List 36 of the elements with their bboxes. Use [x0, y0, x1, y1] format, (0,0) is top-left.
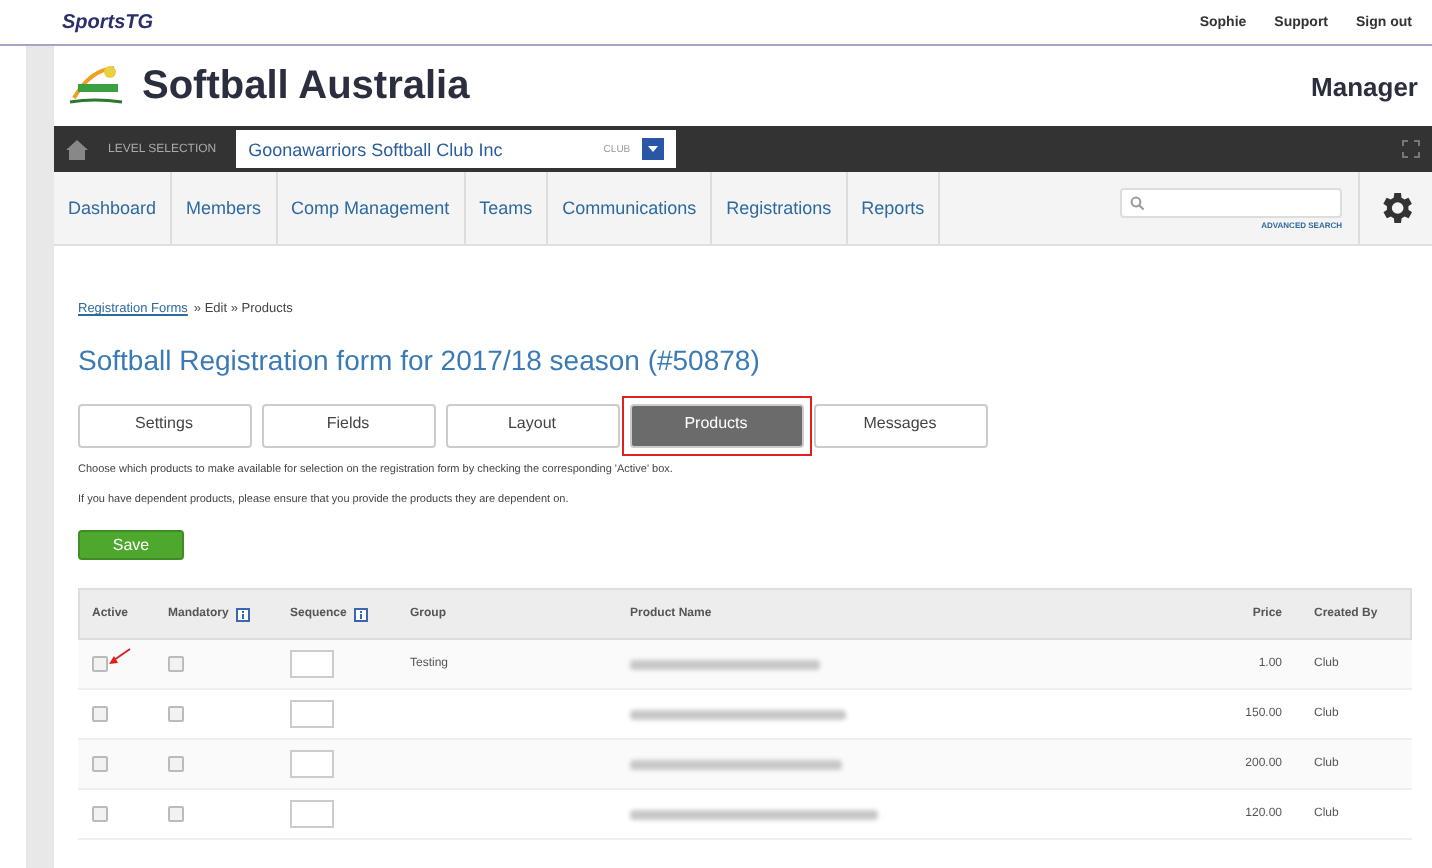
- search-icon: [1130, 195, 1144, 209]
- checkbox[interactable]: [92, 806, 108, 822]
- checkbox[interactable]: [168, 756, 184, 772]
- search-field[interactable]: [1120, 187, 1342, 217]
- tab[interactable]: Messages: [813, 403, 987, 447]
- nav-item[interactable]: Communications: [548, 172, 713, 244]
- nav-item[interactable]: Dashboard: [54, 172, 173, 244]
- checkbox[interactable]: [168, 656, 184, 672]
- sequence-field[interactable]: [290, 800, 334, 828]
- checkbox[interactable]: [92, 706, 108, 722]
- sequence-field[interactable]: [290, 750, 334, 778]
- info-icon[interactable]: [236, 607, 251, 621]
- nav-item[interactable]: Reports: [847, 172, 941, 244]
- app-name: Manager: [1311, 71, 1418, 101]
- checkbox[interactable]: [92, 656, 108, 672]
- nav-item[interactable]: Members: [172, 172, 278, 244]
- home-icon[interactable]: [66, 139, 88, 159]
- annotation-arrow: [108, 648, 132, 666]
- checkbox[interactable]: [168, 706, 184, 722]
- nav-item[interactable]: Registrations: [712, 172, 848, 244]
- page-title: Softball Registration form for 2017/18 season (#50878): [78, 344, 762, 376]
- checkbox[interactable]: [92, 756, 108, 772]
- brand-logo[interactable]: SportsTG: [62, 11, 154, 33]
- tab[interactable]: Fields: [261, 403, 435, 447]
- tab[interactable]: Layout: [445, 403, 619, 447]
- tab[interactable]: Products: [629, 403, 803, 447]
- info-icon[interactable]: [354, 607, 369, 621]
- caret-icon: [648, 146, 659, 152]
- nav-item[interactable]: Teams: [465, 172, 549, 244]
- sequence-field[interactable]: [290, 700, 334, 728]
- expand-icon[interactable]: [1402, 140, 1420, 158]
- organisation-title: Softball Australia: [142, 63, 470, 109]
- sequence-field[interactable]: [290, 650, 334, 678]
- tab[interactable]: Settings: [77, 403, 251, 447]
- checkbox[interactable]: [168, 806, 184, 822]
- nav-item[interactable]: Comp Management: [277, 172, 466, 244]
